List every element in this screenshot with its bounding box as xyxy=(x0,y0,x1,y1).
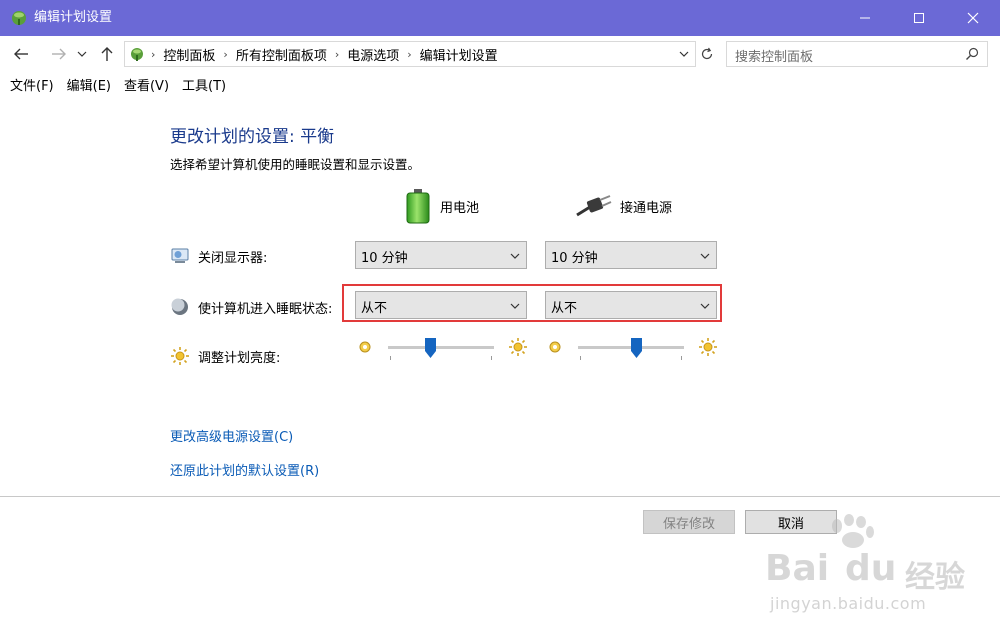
slider-track[interactable] xyxy=(388,346,494,349)
brightness-icon xyxy=(171,347,189,365)
menu-file[interactable]: 文件(F) xyxy=(0,76,61,98)
slider-tick xyxy=(681,356,682,360)
refresh-button[interactable] xyxy=(696,41,718,67)
battery-icon xyxy=(406,189,430,224)
search-placeholder: 搜索控制面板 xyxy=(735,50,814,65)
window-title: 编辑计划设置 xyxy=(34,10,113,25)
slider-thumb[interactable] xyxy=(630,338,642,358)
dim-brightness-icon xyxy=(359,341,371,353)
arrow-up-icon xyxy=(101,47,113,61)
chevron-down-icon xyxy=(77,51,87,57)
breadcrumb-edit-plan[interactable]: 编辑计划设置 xyxy=(420,45,498,64)
address-bar[interactable]: › 控制面板 › 所有控制面板项 › 电源选项 › 编辑计划设置 xyxy=(124,41,696,67)
paw-logo-icon xyxy=(832,514,874,548)
plugged-column-header: 接通电源 xyxy=(576,188,672,224)
close-icon xyxy=(967,12,979,24)
slider-thumb[interactable] xyxy=(424,338,436,358)
arrow-right-icon xyxy=(52,48,66,60)
sleep-label: 使计算机进入睡眠状态: xyxy=(198,301,333,317)
brightness-battery-slider[interactable] xyxy=(358,338,530,368)
display-battery-value: 10 分钟 xyxy=(361,251,408,266)
display-plugged-value: 10 分钟 xyxy=(551,251,598,266)
back-button[interactable] xyxy=(10,44,32,64)
watermark: Bai du 经验 jingyan.baidu.com xyxy=(765,514,995,618)
control-panel-icon xyxy=(131,48,143,61)
breadcrumb-control-panel[interactable]: 控制面板 xyxy=(163,45,215,64)
search-icon[interactable] xyxy=(965,47,979,61)
forward-button[interactable] xyxy=(48,44,70,64)
display-battery-select[interactable]: 10 分钟 xyxy=(355,241,527,269)
breadcrumb-separator-icon[interactable]: › xyxy=(407,48,411,61)
display-off-label: 关闭显示器: xyxy=(198,250,268,266)
watermark-url: jingyan.baidu.com xyxy=(770,594,927,613)
menu-view[interactable]: 查看(V) xyxy=(118,76,176,98)
bright-brightness-icon xyxy=(699,338,717,356)
page-subtitle: 选择希望计算机使用的睡眠设置和显示设置。 xyxy=(170,157,421,172)
battery-column-label: 用电池 xyxy=(440,200,480,216)
advanced-power-settings-link[interactable]: 更改高级电源设置(C) xyxy=(170,426,293,445)
chevron-down-icon[interactable] xyxy=(677,47,691,61)
footer-divider xyxy=(0,496,1000,497)
breadcrumb-separator-icon[interactable]: › xyxy=(223,48,227,61)
minimize-icon xyxy=(860,17,870,19)
chevron-down-icon xyxy=(510,253,520,259)
breadcrumb-power-options[interactable]: 电源选项 xyxy=(347,45,399,64)
sleep-row-label: 使计算机进入睡眠状态: xyxy=(170,295,332,319)
recent-locations-button[interactable] xyxy=(74,44,90,64)
power-plug-icon xyxy=(576,195,612,217)
breadcrumb-all-items[interactable]: 所有控制面板项 xyxy=(236,45,327,64)
restore-defaults-link[interactable]: 还原此计划的默认设置(R) xyxy=(170,460,319,479)
display-row-label: 关闭显示器: xyxy=(170,244,267,268)
search-input[interactable]: 搜索控制面板 xyxy=(726,41,988,67)
slider-tick xyxy=(390,356,391,360)
menu-tools[interactable]: 工具(T) xyxy=(176,76,233,98)
battery-column-header: 用电池 xyxy=(404,188,479,224)
maximize-icon xyxy=(914,13,924,23)
watermark-brand-2: du xyxy=(845,548,897,589)
menu-edit[interactable]: 编辑(E) xyxy=(61,76,118,98)
slider-tick xyxy=(491,356,492,360)
close-button[interactable] xyxy=(950,0,996,36)
brightness-plugged-slider[interactable] xyxy=(548,338,720,368)
watermark-cn: 经验 xyxy=(905,560,965,595)
save-button[interactable]: 保存修改 xyxy=(643,510,735,534)
monitor-icon xyxy=(171,248,189,263)
plugged-column-label: 接通电源 xyxy=(620,200,673,216)
brightness-row-label: 调整计划亮度: xyxy=(170,344,280,368)
slider-tick xyxy=(580,356,581,360)
breadcrumb-separator-icon[interactable]: › xyxy=(151,48,155,61)
refresh-icon xyxy=(701,47,713,60)
minimize-button[interactable] xyxy=(842,0,888,36)
breadcrumb-separator-icon[interactable]: › xyxy=(335,48,339,61)
content-pane: 更改计划的设置: 平衡 选择希望计算机使用的睡眠设置和显示设置。 用电池 接通电… xyxy=(0,98,1000,620)
title-bar: 编辑计划设置 xyxy=(0,0,1000,36)
bright-brightness-icon xyxy=(509,338,527,356)
display-plugged-select[interactable]: 10 分钟 xyxy=(545,241,717,269)
moon-icon xyxy=(171,298,188,315)
power-plan-icon xyxy=(12,11,26,25)
brightness-label: 调整计划亮度: xyxy=(198,350,281,366)
maximize-button[interactable] xyxy=(896,0,942,36)
menu-bar: 文件(F) 编辑(E) 查看(V) 工具(T) xyxy=(0,76,1000,98)
breadcrumb: › 控制面板 › 所有控制面板项 › 电源选项 › 编辑计划设置 xyxy=(149,42,498,66)
watermark-brand: Bai xyxy=(765,548,830,589)
page-title: 更改计划的设置: 平衡 xyxy=(170,127,335,147)
highlight-box xyxy=(342,284,722,322)
up-button[interactable] xyxy=(96,44,118,64)
dim-brightness-icon xyxy=(549,341,561,353)
chevron-down-icon xyxy=(700,253,710,259)
arrow-left-icon xyxy=(14,48,28,60)
